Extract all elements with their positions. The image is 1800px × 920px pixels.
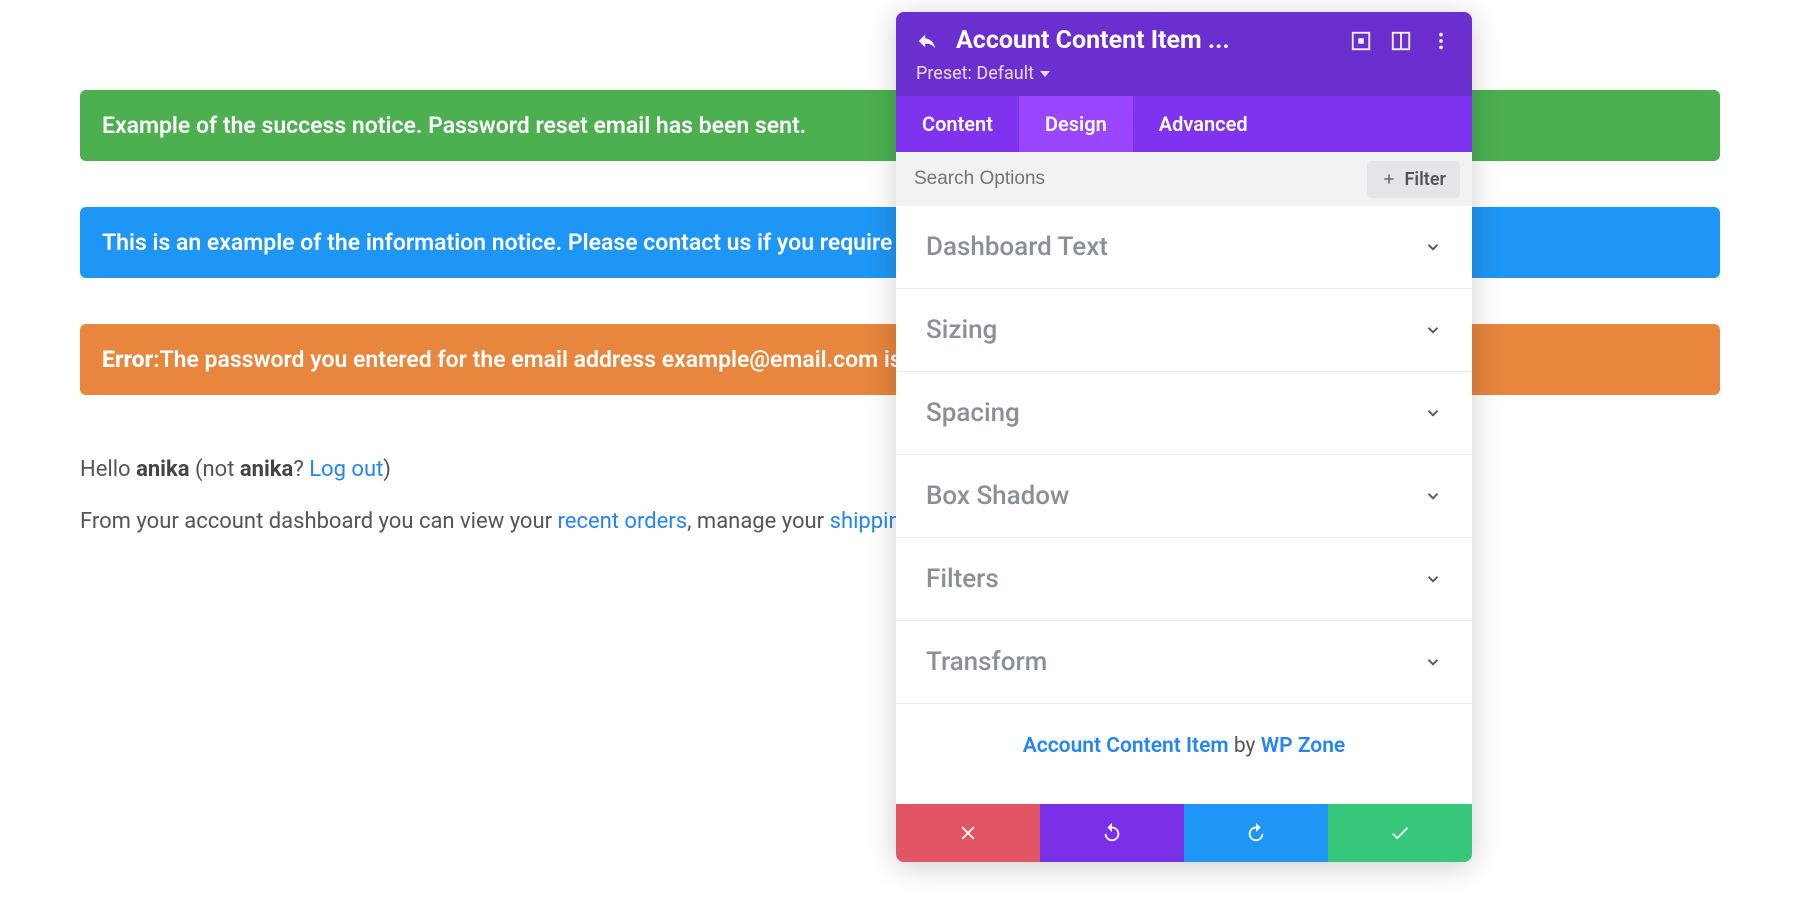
tab-advanced[interactable]: Advanced xyxy=(1133,96,1274,152)
section-title: Box Shadow xyxy=(926,481,1069,511)
dash-p2-a: From your account dashboard you can view… xyxy=(80,509,558,534)
logout-link[interactable]: Log out xyxy=(309,457,383,482)
panel-credit: Account Content Item by WP Zone xyxy=(896,704,1472,804)
section-sizing[interactable]: Sizing xyxy=(896,289,1472,372)
preset-selector[interactable]: Preset: Default xyxy=(916,63,1050,84)
panel-footer xyxy=(896,804,1472,862)
chevron-down-icon xyxy=(1424,653,1442,671)
section-title: Sizing xyxy=(926,315,997,345)
notice-error-label: Error xyxy=(102,346,153,373)
recent-orders-link[interactable]: recent orders xyxy=(558,509,688,534)
username-2: anika xyxy=(240,457,293,482)
not-q: ? xyxy=(293,457,309,482)
section-title: Transform xyxy=(926,647,1047,677)
chevron-down-icon xyxy=(1424,570,1442,588)
section-title: Filters xyxy=(926,564,999,594)
columns-icon[interactable] xyxy=(1390,30,1412,52)
expand-icon[interactable] xyxy=(1350,30,1372,52)
panel-header: Account Content Item ... Preset: Default xyxy=(896,12,1472,96)
not-open: (not xyxy=(190,457,240,482)
section-title: Spacing xyxy=(926,398,1020,428)
filter-label: Filter xyxy=(1405,169,1446,190)
notice-success-text: Example of the success notice. Password … xyxy=(102,112,806,139)
section-filters[interactable]: Filters xyxy=(896,538,1472,621)
caret-down-icon xyxy=(1040,71,1050,77)
section-dashboard-text[interactable]: Dashboard Text xyxy=(896,206,1472,289)
settings-panel: Account Content Item ... Preset: Default… xyxy=(896,12,1472,862)
chevron-down-icon xyxy=(1424,487,1442,505)
hello-text: Hello xyxy=(80,457,136,482)
tab-design[interactable]: Design xyxy=(1019,96,1133,152)
redo-button[interactable] xyxy=(1184,804,1328,862)
preset-label: Preset: Default xyxy=(916,63,1034,84)
notice-info-text: This is an example of the information no… xyxy=(102,229,1016,256)
close-button[interactable] xyxy=(896,804,1040,862)
more-icon[interactable] xyxy=(1430,30,1452,52)
section-title: Dashboard Text xyxy=(926,232,1108,262)
filter-button[interactable]: Filter xyxy=(1367,161,1460,198)
section-spacing[interactable]: Spacing xyxy=(896,372,1472,455)
undo-button[interactable] xyxy=(1040,804,1184,862)
panel-title: Account Content Item ... xyxy=(956,26,1332,55)
save-button[interactable] xyxy=(1328,804,1472,862)
chevron-down-icon xyxy=(1424,404,1442,422)
credit-module-link[interactable]: Account Content Item xyxy=(1023,734,1229,758)
panel-search-bar: Filter xyxy=(896,152,1472,206)
username: anika xyxy=(136,457,189,482)
chevron-down-icon xyxy=(1424,321,1442,339)
notice-error-text: :The password you entered for the email … xyxy=(153,346,1006,373)
search-input[interactable] xyxy=(896,152,1367,206)
close-paren: ) xyxy=(383,457,391,482)
credit-by: by xyxy=(1229,734,1261,758)
panel-tabs: Content Design Advanced xyxy=(896,96,1472,152)
section-box-shadow[interactable]: Box Shadow xyxy=(896,455,1472,538)
dash-p2-b: , manage your xyxy=(687,509,829,534)
section-transform[interactable]: Transform xyxy=(896,621,1472,704)
panel-body: Dashboard Text Sizing Spacing Box Shadow… xyxy=(896,206,1472,804)
back-icon[interactable] xyxy=(916,30,938,52)
chevron-down-icon xyxy=(1424,238,1442,256)
credit-author-link[interactable]: WP Zone xyxy=(1261,734,1346,758)
tab-content[interactable]: Content xyxy=(896,96,1019,152)
